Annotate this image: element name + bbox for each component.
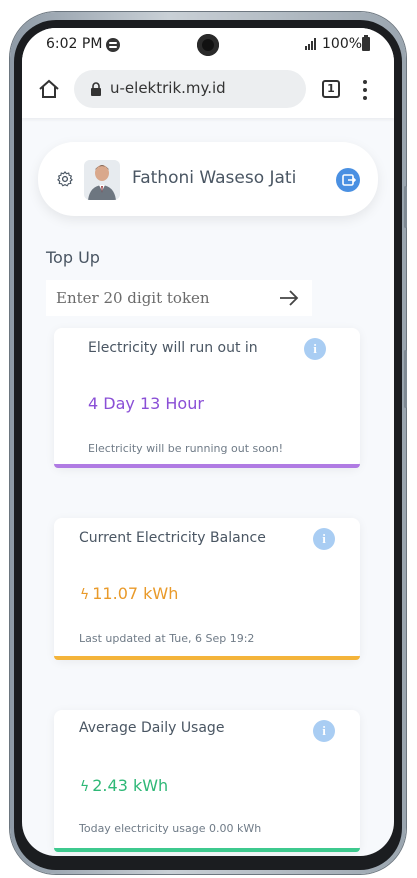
card-title: Current Electricity Balance [79,530,266,546]
status-time: 6:02 PM [46,36,103,52]
token-field [46,280,312,316]
runout-card: Electricity will run out in i 4 Day 13 H… [54,328,360,468]
front-camera [197,34,219,56]
menu-icon[interactable] [362,80,368,100]
card-accent-bar [54,464,360,468]
card-accent-bar [54,656,360,660]
logout-icon [342,174,357,186]
battery-icon [362,35,370,51]
card-value: ϟ 11.07 kWh [80,584,179,603]
card-note: Today electricity usage 0.00 kWh [79,822,262,835]
info-icon[interactable]: i [313,528,335,550]
card-value: 4 Day 13 Hour [88,394,204,413]
volume-button [404,186,407,228]
lightning-icon: ϟ [80,779,90,795]
browser-toolbar: u-elektrik.my.id 1 [22,62,394,118]
card-note: Last updated at Tue, 6 Sep 19:2 [79,632,255,645]
url-text: u-elektrik.my.id [110,79,226,97]
token-input[interactable] [54,288,264,308]
top-up-heading: Top Up [46,248,100,267]
card-title: Average Daily Usage [79,720,225,736]
home-icon[interactable] [38,78,60,100]
info-icon[interactable]: i [304,338,326,360]
signal-icon [305,38,319,50]
card-value: ϟ 2.43 kWh [80,776,169,795]
lightning-icon: ϟ [80,587,90,603]
lock-icon [91,82,101,96]
battery-level: 100% [322,36,363,52]
card-title: Electricity will run out in [88,340,258,356]
status-bar: 6:02 PM 100% [22,28,394,62]
user-name: Fathoni Waseso Jati [132,168,297,188]
info-icon[interactable]: i [313,720,335,742]
power-button [404,350,407,408]
spotify-icon [106,38,120,52]
avatar [84,160,120,200]
address-bar[interactable]: u-elektrik.my.id [74,70,306,108]
card-note: Electricity will be running out soon! [88,442,284,455]
gear-icon[interactable] [56,170,74,188]
submit-arrow-icon[interactable] [278,288,300,308]
logout-button[interactable] [336,168,360,192]
tabs-button[interactable]: 1 [322,80,340,98]
balance-card: Current Electricity Balance i ϟ 11.07 kWh… [54,518,360,660]
card-accent-bar [54,848,360,852]
profile-card: Fathoni Waseso Jati [38,142,378,216]
daily-usage-card: Average Daily Usage i ϟ 2.43 kWh Today el… [54,710,360,852]
phone-screen: 6:02 PM 100% u-elektrik.my.id 1 Fathoni … [22,28,394,856]
